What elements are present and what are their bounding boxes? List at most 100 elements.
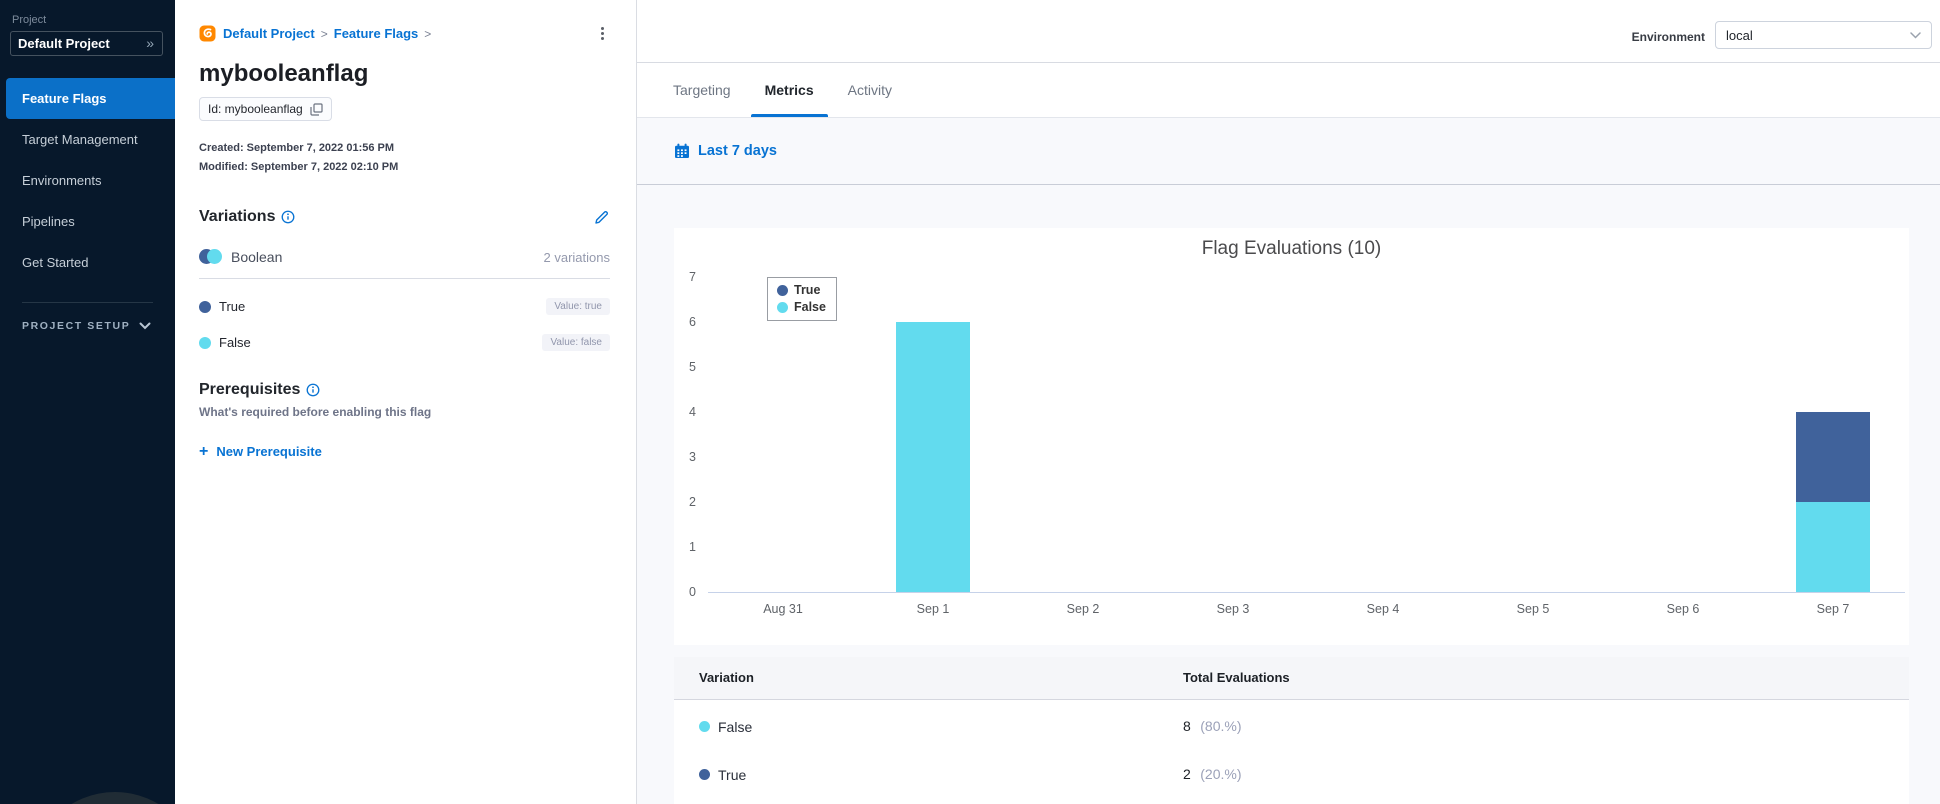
col-header-variation: Variation [699,670,754,685]
variation-name: True [219,299,246,314]
variations-divider [199,278,610,279]
y-axis-tick: 6 [689,315,696,329]
variations-heading: Variations [199,208,276,225]
environment-value: local [1726,27,1753,43]
x-axis-tick: Aug 31 [763,602,803,616]
flag-detail-panel: Default Project > Feature Flags > mybool… [175,0,637,804]
info-icon[interactable] [281,210,295,224]
tab-targeting[interactable]: Targeting [659,63,745,117]
variation-row-false: False Value: false [199,334,610,351]
new-prerequisite-button[interactable]: + New Prerequisite [199,442,610,460]
variation-value-badge: Value: true [546,298,610,315]
sidebar-item-feature-flags[interactable]: Feature Flags [6,78,175,119]
breadcrumb-separator: > [424,26,432,41]
prerequisites-description: What's required before enabling this fla… [199,405,432,419]
y-axis-tick: 1 [689,540,696,554]
plus-icon: + [199,442,209,460]
boolean-type-icon [199,249,223,265]
sidebar-item-environments[interactable]: Environments [0,160,175,201]
true-color-dot [699,769,710,780]
date-range-button[interactable]: Last 7 days [674,143,777,159]
chevron-down-icon [1910,31,1921,39]
flag-id-text: Id: mybooleanflag [208,102,303,116]
variation-type-row: Boolean 2 variations [199,249,610,265]
tab-activity[interactable]: Activity [834,63,906,117]
project-label: Project [12,14,47,26]
bar-false-sep-7 [1796,502,1870,592]
flag-modified: Modified: September 7, 2022 02:10 PM [199,161,399,173]
info-icon[interactable] [306,383,320,397]
sidebar-item-get-started[interactable]: Get Started [0,242,175,283]
legend-label: True [794,283,821,297]
row-count: 8 [1183,717,1191,734]
flag-created: Created: September 7, 2022 01:56 PM [199,142,395,154]
breadcrumb-project-link[interactable]: Default Project [223,26,315,41]
x-axis-tick: Sep 1 [916,602,950,616]
breadcrumb: Default Project > Feature Flags > [199,23,610,44]
app-window: Project Default Project » Feature Flags … [0,0,1940,804]
expand-project-icon: » [146,35,154,51]
flag-evaluations-chart: Flag Evaluations (10) True False 0123456 [674,228,1909,645]
breadcrumb-separator: > [320,26,328,41]
bar-true-sep-7 [1796,412,1870,502]
evaluations-table: Variation Total Evaluations False 8 (80.… [674,657,1909,804]
metrics-content: Flag Evaluations (10) True False 0123456 [637,186,1940,804]
false-color-dot [199,336,211,349]
environment-label: Environment [1631,30,1705,44]
y-axis-tick: 7 [689,270,696,284]
flag-options-menu-button[interactable] [595,23,610,44]
legend-label: False [794,300,826,314]
date-range-label: Last 7 days [698,143,777,159]
row-percent: (80.%) [1200,717,1242,734]
feature-flags-module-icon [199,25,216,42]
x-axis-tick: Sep 6 [1666,602,1700,616]
environment-select[interactable]: local [1715,21,1932,49]
chart-legend: True False [767,277,837,321]
chart-plot-area: True False 0 1 2 3 4 5 6 7 Aug 31 Sep 1 Sep 2 Sep 3… [674,228,1909,645]
sidebar: Project Default Project » Feature Flags … [0,0,200,804]
table-row-true: True 2 (20.%) [674,753,1909,796]
bar-false-sep-1 [896,322,970,592]
flag-title: mybooleanflag [199,60,369,87]
false-legend-dot [777,301,788,313]
edit-variations-icon[interactable] [593,209,610,226]
project-setup-label: PROJECT SETUP [22,320,131,332]
true-legend-dot [777,284,788,296]
main-area: Environment local Targeting Metrics Acti… [637,0,1940,804]
prerequisites-heading: Prerequisites [199,381,301,398]
sidebar-nav: Feature Flags Target Management Environm… [0,78,175,283]
flag-meta: Created: September 7, 2022 01:56 PM Modi… [199,139,610,177]
row-variation-name: False [718,718,753,735]
tab-metrics[interactable]: Metrics [750,63,828,117]
prerequisites-header: Prerequisites [199,381,610,399]
chevron-down-icon [139,322,151,330]
y-axis-tick: 4 [689,405,696,419]
true-color-dot [199,300,211,313]
x-axis-tick: Sep 4 [1366,602,1400,616]
x-axis-tick: Sep 2 [1066,602,1100,616]
project-setup-toggle[interactable]: PROJECT SETUP [0,320,175,332]
sidebar-item-target-management[interactable]: Target Management [0,119,175,160]
y-axis-tick: 3 [689,450,696,464]
legend-item-true[interactable]: True [777,283,826,297]
table-header-row: Variation Total Evaluations [674,657,1909,700]
project-selector[interactable]: Default Project » [10,31,163,56]
variation-value-badge: Value: false [542,334,610,351]
x-axis-tick: Sep 3 [1216,602,1250,616]
project-selector-value: Default Project [18,35,110,51]
variation-row-true: True Value: true [199,298,610,315]
y-axis-tick: 2 [689,495,696,509]
legend-item-false[interactable]: False [777,300,826,314]
date-range-row: Last 7 days [637,118,1940,185]
tab-bar: Targeting Metrics Activity [637,63,1940,118]
variation-type-label: Boolean [231,249,283,265]
copy-icon[interactable] [310,102,323,116]
col-header-total-evaluations: Total Evaluations [1183,670,1290,685]
row-percent: (20.%) [1200,765,1242,782]
breadcrumb-section-link[interactable]: Feature Flags [334,26,419,41]
sidebar-item-pipelines[interactable]: Pipelines [0,201,175,242]
new-prerequisite-label: New Prerequisite [216,444,322,459]
sidebar-divider [22,302,153,303]
variation-count: 2 variations [543,249,610,265]
row-count: 2 [1183,765,1191,782]
